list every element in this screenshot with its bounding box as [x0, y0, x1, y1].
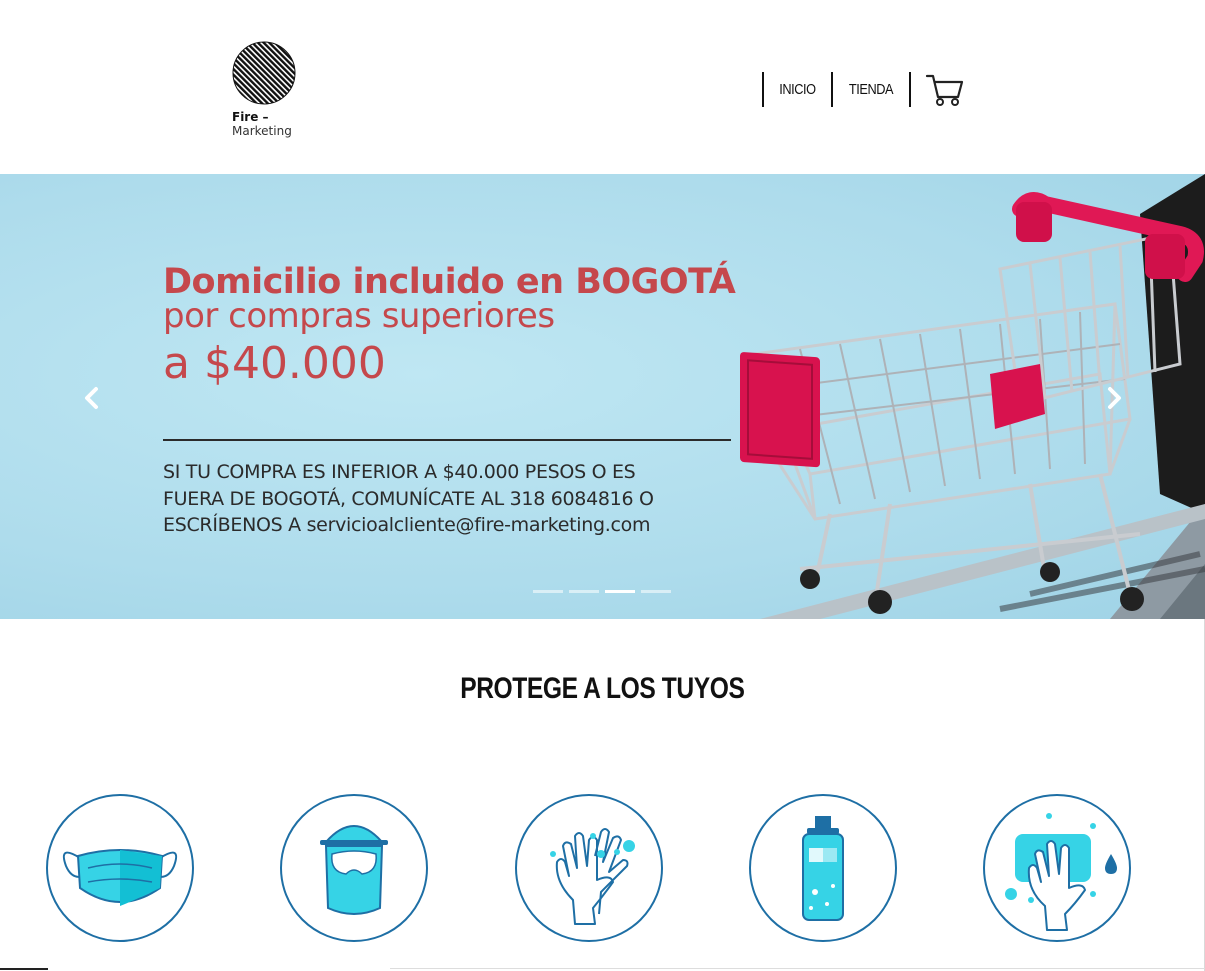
hero-body-text: SI TU COMPRA ES INFERIOR A $40.000 PESOS… [163, 459, 753, 539]
shopping-cart-laptop-image [740, 174, 1205, 619]
hand-wipe-card[interactable] [983, 794, 1131, 942]
section-title-text: PROTEGE A LOS TUYOS [460, 672, 745, 705]
face-shield-card[interactable] [280, 794, 428, 942]
carousel-indicator-4[interactable] [641, 590, 671, 593]
hero-carousel: Domicilio incluido en BOGOTÁ por compras… [0, 174, 1205, 619]
striped-circle-logo-icon [232, 41, 296, 105]
brand-subname: Marketing [232, 124, 292, 138]
carousel-indicator-3[interactable] [605, 590, 635, 593]
brand-name: Fire – [232, 110, 269, 124]
footer-border-right [390, 968, 1205, 969]
face-mask-icon [62, 849, 178, 906]
carousel-indicator-1[interactable] [533, 590, 563, 593]
hand-washing-icon [550, 828, 635, 925]
sanitizer-bottle-card[interactable] [749, 794, 897, 942]
hero-body-line: SI TU COMPRA ES INFERIOR A $40.000 PESOS… [163, 461, 636, 483]
carousel-next-chevron-icon[interactable] [1102, 384, 1126, 412]
hand-washing-card[interactable] [515, 794, 663, 942]
hero-subtitle-line1: por compras superiores [163, 296, 555, 336]
protection-icon-row [0, 794, 1205, 944]
nav-link-tienda[interactable]: TIENDA [839, 72, 904, 107]
nav-divider [762, 72, 764, 107]
hero-divider [163, 439, 731, 441]
carousel-indicators [533, 590, 671, 593]
sanitizer-bottle-icon [802, 816, 844, 921]
nav-link-inicio[interactable]: INICIO [769, 72, 826, 107]
face-mask-card[interactable] [46, 794, 194, 942]
shopping-cart-icon[interactable] [925, 71, 965, 109]
site-header: Fire – Marketing INICIO TIENDA [0, 0, 1205, 174]
nav-divider [908, 72, 911, 107]
hero-body-line: FUERA DE BOGOTÁ, COMUNÍCATE AL 318 60848… [163, 487, 654, 510]
brand-logo[interactable]: Fire – Marketing [230, 40, 310, 144]
nav-divider [830, 72, 833, 107]
hand-wipe-icon [1005, 813, 1117, 931]
hero-body-line: ESCRÍBENOS A servicioalcliente@fire-mark… [163, 514, 651, 536]
footer-border-left [0, 968, 48, 970]
hero-subtitle-line2: a $40.000 [163, 338, 386, 389]
main-nav: INICIO TIENDA [762, 72, 965, 107]
section-title: PROTEGE A LOS TUYOS [0, 672, 1205, 706]
carousel-prev-chevron-icon[interactable] [80, 384, 104, 412]
carousel-indicator-2[interactable] [569, 590, 599, 593]
face-shield-icon [320, 825, 388, 915]
